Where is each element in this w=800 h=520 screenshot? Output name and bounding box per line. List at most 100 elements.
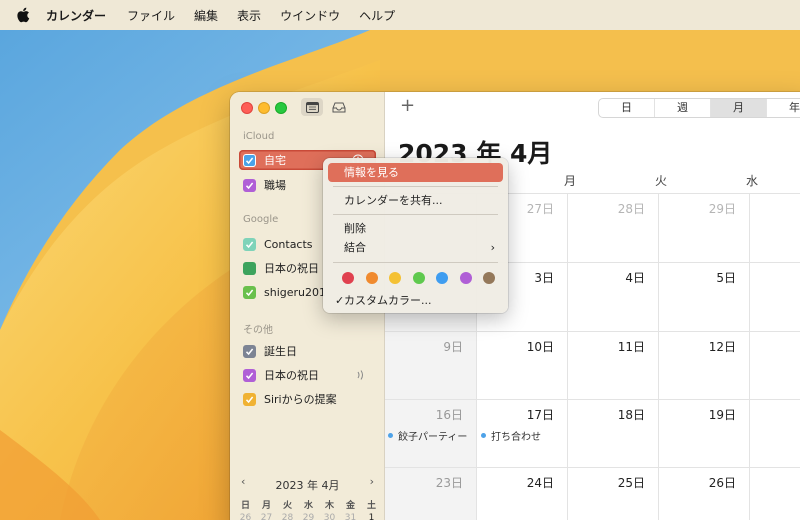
mini-weekday: 日 [240,501,250,511]
day-cell-number[interactable]: 19日 [696,406,736,423]
color-swatch-brown[interactable] [483,272,495,284]
day-cell-number[interactable]: 16日 [423,406,463,423]
view-day-button[interactable]: 日 [599,99,655,117]
menu-separator [333,186,498,187]
mini-weekday: 月 [261,501,271,511]
day-cell-number[interactable]: 12日 [696,338,736,355]
color-swatch-yellow[interactable] [389,272,401,284]
menu-app-name[interactable]: カレンダー [46,7,106,24]
section-title-other: その他 [243,325,273,336]
calendar-item-shigeru[interactable]: shigeru201 [243,282,326,302]
weekday-header-wed: 水 [745,174,758,188]
add-event-button[interactable]: + [400,96,415,116]
calendar-label-work: 職場 [264,179,286,192]
checkbox-jp-holidays[interactable] [243,368,256,382]
checkmark-icon: ✓ [335,294,345,307]
calendar-label-jp-holidays-google: 日本の祝日 [264,262,319,275]
checkbox-siri-suggestions[interactable] [243,392,256,406]
color-swatch-purple[interactable] [459,272,472,284]
zoom-window-button[interactable] [275,102,287,114]
minimize-window-button[interactable] [258,102,270,114]
mini-weekday: 木 [324,501,334,511]
calendar-window: iCloud 自宅 職場 Google Contacts 日本の祝日 shige… [230,92,800,520]
day-cell-number[interactable]: 18日 [605,406,645,423]
day-cell-number[interactable]: 23日 [423,474,463,491]
day-cell-number[interactable]: 27日 [514,200,554,217]
color-swatch-blue[interactable] [436,272,448,284]
mini-day[interactable]: 31 [340,513,361,520]
calendar-item-siri-suggestions[interactable]: Siriからの提案 [243,389,337,409]
checkbox-shigeru[interactable] [243,285,256,299]
event-dot [388,433,393,438]
inbox-icon[interactable] [330,99,348,115]
mini-day[interactable]: 29 [298,513,319,520]
day-cell-number[interactable]: 5日 [696,269,736,286]
menu-item-share-calendar[interactable]: カレンダーを共有... [328,191,503,210]
menu-item-get-info[interactable]: 情報を見る [328,163,503,182]
calendar-label-jp-holidays: 日本の祝日 [264,369,319,382]
event-item[interactable]: 餃子パーティー [388,428,467,443]
mini-day[interactable]: 30 [319,513,340,520]
calendar-list-icon[interactable] [301,98,323,116]
mini-calendar-header: ‹ 2023 年 4月 › [230,475,385,495]
submenu-arrow-icon: › [490,241,495,254]
mini-day[interactable]: 26 [235,513,256,520]
day-cell-number[interactable]: 9日 [423,338,463,355]
day-cell-number[interactable]: 17日 [514,406,554,423]
view-segmented-control: 日 週 月 年 [598,98,800,118]
calendar-item-jp-holidays-google[interactable]: 日本の祝日 [243,258,319,278]
day-cell-number[interactable]: 11日 [605,338,645,355]
grid-line [385,467,800,468]
calendar-item-jp-holidays[interactable]: 日本の祝日 [243,365,319,385]
day-cell-number[interactable]: 29日 [696,200,736,217]
apple-icon[interactable] [16,7,30,23]
close-window-button[interactable] [241,102,253,114]
color-swatch-green[interactable] [412,272,425,284]
color-swatch-red[interactable] [342,272,354,284]
mini-day[interactable]: 1 [361,513,382,520]
grid-line [749,193,750,520]
view-month-button[interactable]: 月 [711,99,767,117]
calendar-item-contacts[interactable]: Contacts [243,234,313,254]
checkbox-birthdays[interactable] [243,344,256,358]
mini-day[interactable]: 27 [256,513,277,520]
menu-file[interactable]: ファイル [127,7,175,24]
menu-separator [333,214,498,215]
menu-item-custom-color[interactable]: ✓ カスタムカラー... [328,291,503,310]
view-year-button[interactable]: 年 [767,99,800,117]
menu-edit[interactable]: 編集 [194,7,218,24]
calendar-item-work[interactable]: 職場 [243,175,286,195]
color-swatch-orange[interactable] [365,272,378,284]
day-cell-number[interactable]: 25日 [605,474,645,491]
mini-weekday: 金 [345,501,355,511]
calendar-label-siri-suggestions: Siriからの提案 [264,393,337,406]
checkbox-work[interactable] [243,178,256,192]
mini-prev-month-icon[interactable]: ‹ [241,475,245,488]
event-title: 打ち合わせ [491,432,541,443]
menu-help[interactable]: ヘルプ [359,7,395,24]
mini-day[interactable]: 28 [277,513,298,520]
day-cell-number[interactable]: 28日 [605,200,645,217]
day-cell-number[interactable]: 26日 [696,474,736,491]
day-cell-number[interactable]: 3日 [514,269,554,286]
menu-view[interactable]: 表示 [237,7,261,24]
checkbox-jp-holidays-google[interactable] [243,261,256,275]
calendar-label-birthdays: 誕生日 [264,345,297,358]
menu-item-delete[interactable]: 削除 [328,219,503,238]
mini-next-month-icon[interactable]: › [370,475,374,488]
menu-item-merge[interactable]: 結合 › [328,238,503,257]
event-item[interactable]: 打ち合わせ [481,428,541,443]
view-week-button[interactable]: 週 [655,99,711,117]
day-cell-number[interactable]: 10日 [514,338,554,355]
subscription-broadcast-icon [357,370,363,380]
menu-item-merge-label: 結合 [344,241,366,254]
mini-calendar-title: 2023 年 4月 [275,479,340,492]
mini-calendar-weekdays: 日 月 火 水 木 金 土 [235,498,383,511]
checkbox-home[interactable] [243,153,256,167]
menu-window[interactable]: ウインドウ [280,7,340,24]
day-cell-number[interactable]: 4日 [605,269,645,286]
grid-line [385,331,800,332]
checkbox-contacts[interactable] [243,237,256,251]
day-cell-number[interactable]: 24日 [514,474,554,491]
calendar-item-birthdays[interactable]: 誕生日 [243,341,297,361]
